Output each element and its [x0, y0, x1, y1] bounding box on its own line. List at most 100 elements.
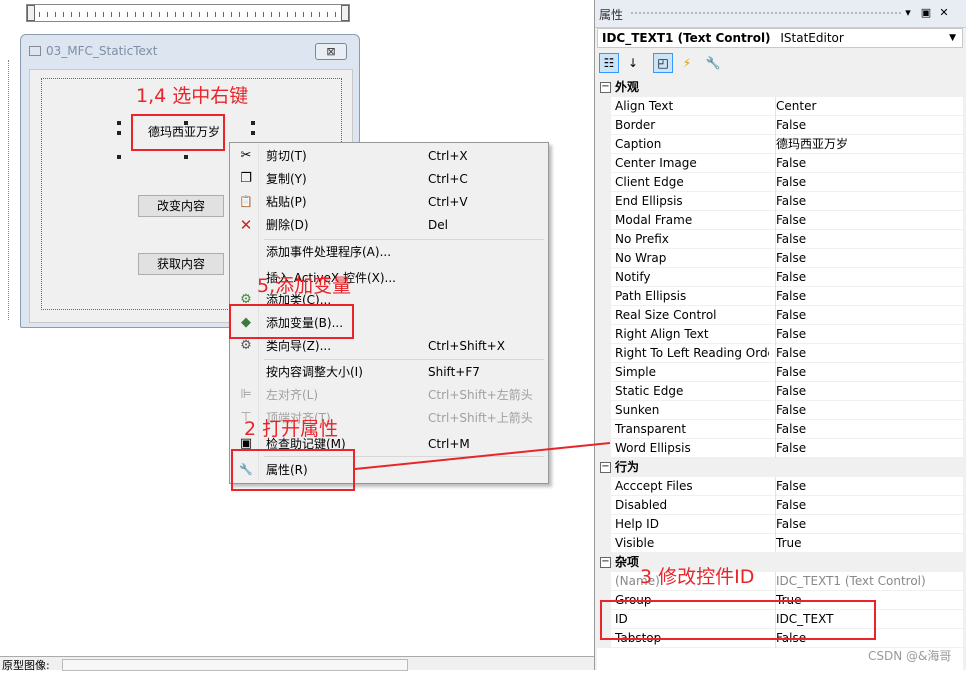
- property-row[interactable]: Visible True: [597, 534, 963, 553]
- property-value[interactable]: False: [775, 344, 961, 363]
- property-value: IDC_TEXT1 (Text Control): [775, 572, 961, 591]
- resize-handle[interactable]: [184, 155, 188, 159]
- property-value[interactable]: False: [775, 230, 961, 249]
- class-wizard-icon: ⚙: [240, 338, 252, 353]
- menu-item-cut[interactable]: ✂ 剪切(T) Ctrl+X: [232, 145, 546, 167]
- property-row[interactable]: Real Size Control False: [597, 306, 963, 325]
- property-row[interactable]: Align Text Center: [597, 97, 963, 116]
- property-value[interactable]: False: [775, 173, 961, 192]
- property-value[interactable]: False: [775, 382, 961, 401]
- property-row[interactable]: Center Image False: [597, 154, 963, 173]
- property-row[interactable]: No Wrap False: [597, 249, 963, 268]
- collapse-icon[interactable]: −: [600, 462, 611, 473]
- status-input[interactable]: [62, 659, 408, 671]
- resize-handle[interactable]: [251, 131, 255, 135]
- ruler-left-handle[interactable]: [27, 5, 35, 21]
- property-value[interactable]: False: [775, 363, 961, 382]
- resize-handle[interactable]: [117, 131, 121, 135]
- property-row[interactable]: Client Edge False: [597, 173, 963, 192]
- ruler-right-handle[interactable]: [341, 5, 349, 21]
- property-value[interactable]: False: [775, 420, 961, 439]
- resize-handle[interactable]: [117, 155, 121, 159]
- menu-item-paste[interactable]: 📋 粘贴(P) Ctrl+V: [232, 191, 546, 213]
- property-value[interactable]: False: [775, 325, 961, 344]
- property-name: Client Edge: [615, 175, 684, 189]
- property-pages-icon[interactable]: 🔧: [703, 53, 723, 73]
- property-value[interactable]: False: [775, 515, 961, 534]
- property-row[interactable]: Notify False: [597, 268, 963, 287]
- ruler-tick: [167, 12, 168, 17]
- property-row[interactable]: Acccept Files False: [597, 477, 963, 496]
- property-value[interactable]: False: [775, 496, 961, 515]
- row-gutter: [597, 306, 611, 325]
- vertical-ruler: [0, 60, 9, 320]
- ruler-tick: [327, 12, 328, 17]
- annotation-step-5: 5,添加变量: [257, 275, 352, 297]
- properties-view-icon[interactable]: ◰: [653, 53, 673, 73]
- category-appearance[interactable]: − 外观: [597, 78, 963, 97]
- ruler-tick: [199, 12, 200, 17]
- property-value[interactable]: False: [775, 439, 961, 458]
- menu-item-shortcut: Ctrl+V: [428, 195, 468, 209]
- ruler-tick: [295, 12, 296, 17]
- titlebar-grip[interactable]: [631, 12, 901, 16]
- property-name: Acccept Files: [615, 479, 693, 493]
- property-value[interactable]: False: [775, 116, 961, 135]
- property-row[interactable]: No Prefix False: [597, 230, 963, 249]
- annotation-step-3: 3 修改控件ID: [640, 566, 755, 588]
- property-row[interactable]: Path Ellipsis False: [597, 287, 963, 306]
- ruler-tick: [191, 12, 192, 17]
- property-value[interactable]: False: [775, 401, 961, 420]
- object-selector[interactable]: IDC_TEXT1 (Text Control) IStatEditor ▼: [597, 28, 963, 48]
- property-value[interactable]: False: [775, 306, 961, 325]
- menu-item-size-to-content[interactable]: 按内容调整大小(I) Shift+F7: [232, 361, 546, 383]
- property-value[interactable]: True: [775, 534, 961, 553]
- property-row[interactable]: Transparent False: [597, 420, 963, 439]
- property-value[interactable]: Center: [775, 97, 961, 116]
- change-content-button[interactable]: 改变内容: [138, 195, 224, 217]
- dropdown-icon[interactable]: ▾: [901, 6, 915, 20]
- menu-item-copy[interactable]: ❐ 复制(Y) Ctrl+C: [232, 168, 546, 190]
- property-value[interactable]: False: [775, 287, 961, 306]
- ruler-tick: [183, 12, 184, 17]
- property-value[interactable]: False: [775, 477, 961, 496]
- property-row[interactable]: Static Edge False: [597, 382, 963, 401]
- collapse-icon[interactable]: −: [600, 82, 611, 93]
- maximize-icon[interactable]: ▣: [919, 6, 933, 20]
- property-row[interactable]: Help ID False: [597, 515, 963, 534]
- collapse-icon[interactable]: −: [600, 557, 611, 568]
- ruler-tick: [215, 12, 216, 17]
- menu-item-shortcut: Ctrl+M: [428, 437, 470, 451]
- events-icon[interactable]: ⚡: [677, 53, 697, 73]
- menu-item-add-event-handler[interactable]: 添加事件处理程序(A)...: [232, 241, 546, 263]
- property-row[interactable]: Border False: [597, 116, 963, 135]
- category-behavior[interactable]: − 行为: [597, 458, 963, 477]
- menu-item-label: 删除(D): [266, 218, 309, 232]
- property-name: Simple: [615, 365, 656, 379]
- property-row[interactable]: Simple False: [597, 363, 963, 382]
- property-row[interactable]: Disabled False: [597, 496, 963, 515]
- property-row[interactable]: End Ellipsis False: [597, 192, 963, 211]
- get-content-button[interactable]: 获取内容: [138, 253, 224, 275]
- ruler-tick: [263, 12, 264, 17]
- alphabetical-icon[interactable]: ↓: [623, 53, 643, 73]
- property-value[interactable]: False: [775, 211, 961, 230]
- property-value[interactable]: 德玛西亚万岁: [775, 135, 961, 154]
- resize-handle[interactable]: [117, 121, 121, 125]
- property-row[interactable]: Caption 德玛西亚万岁: [597, 135, 963, 154]
- property-row[interactable]: Modal Frame False: [597, 211, 963, 230]
- property-row[interactable]: Sunken False: [597, 401, 963, 420]
- property-row[interactable]: Right To Left Reading Order False: [597, 344, 963, 363]
- property-value[interactable]: False: [775, 154, 961, 173]
- categorized-icon[interactable]: ☷: [599, 53, 619, 73]
- property-value[interactable]: False: [775, 249, 961, 268]
- resize-handle[interactable]: [251, 121, 255, 125]
- property-value[interactable]: False: [775, 268, 961, 287]
- copy-icon: ❐: [240, 171, 252, 186]
- close-icon[interactable]: ✕: [937, 6, 951, 20]
- dialog-close-button[interactable]: ⊠: [315, 43, 347, 60]
- property-row[interactable]: Word Ellipsis False: [597, 439, 963, 458]
- property-row[interactable]: Right Align Text False: [597, 325, 963, 344]
- menu-item-delete[interactable]: ✕ 删除(D) Del: [232, 214, 546, 236]
- property-value[interactable]: False: [775, 192, 961, 211]
